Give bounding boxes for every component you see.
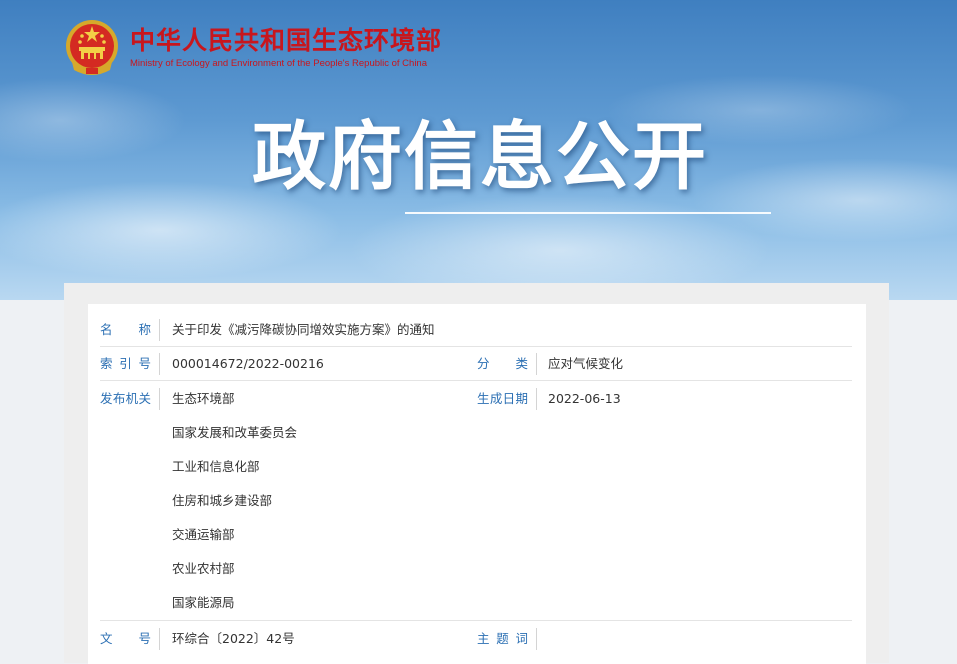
- info-row-publisher: 发布机关 生态环境部 国家发展和改革委员会 工业和信息化部 住房和城乡建设部 交…: [100, 388, 852, 621]
- category-value: 应对气候变化: [548, 356, 624, 371]
- info-row-docno: 文 号 环综合〔2022〕42号 主 题 词: [100, 628, 852, 655]
- publisher-item: 工业和信息化部: [172, 459, 260, 474]
- logo-english-name: Ministry of Ecology and Environment of t…: [130, 58, 428, 69]
- info-row-index: 索 引 号 000014672/2022-00216 分 类 应对气候变化: [100, 353, 852, 381]
- document-info-card: 名 称 关于印发《减污降碳协同增效实施方案》的通知 索 引 号 00001467…: [88, 304, 866, 664]
- publisher-item: 农业农村部: [172, 561, 235, 576]
- publisher-label: 发布机关: [100, 388, 160, 410]
- index-label: 索 引 号: [100, 353, 160, 375]
- category-label: 分 类: [477, 353, 537, 375]
- logo-chinese-name: 中华人民共和国生态环境部: [130, 26, 443, 55]
- publisher-item: 国家发展和改革委员会: [172, 425, 298, 440]
- banner-divider: [405, 212, 771, 214]
- date-value: 2022-06-13: [548, 391, 621, 406]
- info-row-name: 名 称 关于印发《减污降碳协同增效实施方案》的通知: [100, 319, 852, 347]
- publisher-list: 生态环境部 国家发展和改革委员会 工业和信息化部 住房和城乡建设部 交通运输部 …: [172, 388, 297, 626]
- publisher-item: 住房和城乡建设部: [172, 493, 273, 508]
- index-value: 000014672/2022-00216: [172, 356, 324, 371]
- date-label: 生成日期: [477, 388, 537, 410]
- publisher-item: 生态环境部: [172, 391, 235, 406]
- logo-text: 中华人民共和国生态环境部 Ministry of Ecology and Env…: [130, 26, 442, 70]
- doc-number-label: 文 号: [100, 628, 160, 650]
- site-logo[interactable]: 中华人民共和国生态环境部 Ministry of Ecology and Env…: [64, 18, 442, 78]
- doc-number-value: 环综合〔2022〕42号: [172, 631, 295, 646]
- name-value: 关于印发《减污降碳协同增效实施方案》的通知: [172, 322, 435, 337]
- national-emblem-icon: [66, 20, 118, 75]
- keywords-label: 主 题 词: [477, 628, 537, 650]
- header-banner: 中华人民共和国生态环境部 Ministry of Ecology and Env…: [0, 0, 957, 300]
- name-label: 名 称: [100, 319, 160, 341]
- publisher-item: 交通运输部: [172, 527, 235, 542]
- publisher-item: 国家能源局: [172, 595, 235, 610]
- banner-title: 政府信息公开: [252, 114, 708, 200]
